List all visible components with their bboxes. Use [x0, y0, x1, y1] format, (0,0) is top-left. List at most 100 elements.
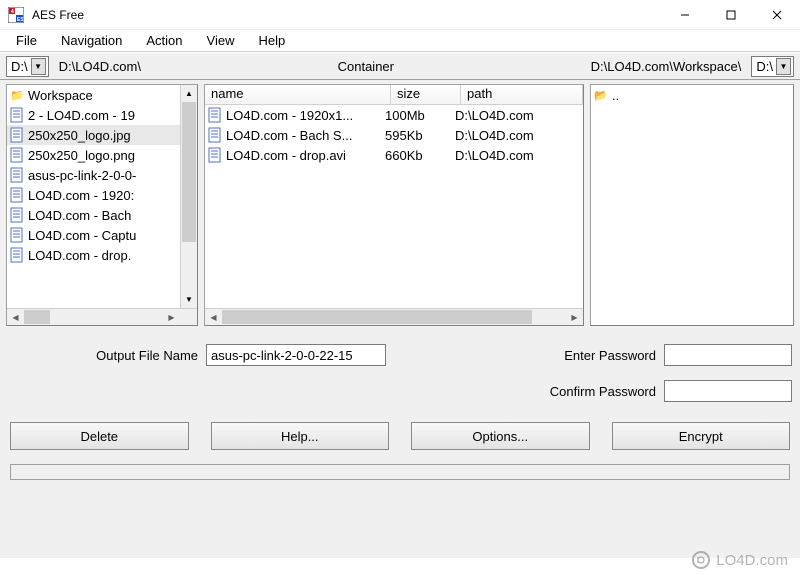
item-name: LO4D.com - drop.	[28, 248, 131, 263]
file-icon	[9, 247, 25, 263]
left-path-label: D:\LO4D.com\	[53, 59, 147, 74]
up-folder-icon: 📂	[593, 87, 609, 103]
file-icon	[9, 147, 25, 163]
table-row[interactable]: LO4D.com - Bach S... 595Kb D:\LO4D.com	[205, 125, 583, 145]
up-label: ..	[612, 88, 619, 103]
form-area: Output File Name Enter Password Confirm …	[0, 328, 800, 558]
pathbar: D:\ ▼ D:\LO4D.com\ Container D:\LO4D.com…	[0, 52, 800, 80]
list-item[interactable]: 2 - LO4D.com - 19	[7, 105, 180, 125]
left-drive-value: D:\	[11, 59, 28, 74]
scroll-right-icon[interactable]: ▶	[566, 309, 583, 326]
svg-text:4: 4	[11, 9, 14, 15]
scroll-thumb[interactable]	[24, 310, 50, 324]
menu-action[interactable]: Action	[134, 31, 194, 50]
minimize-button[interactable]	[662, 0, 708, 30]
scroll-thumb[interactable]	[182, 102, 196, 242]
output-file-label: Output File Name	[8, 348, 206, 363]
scroll-left-icon[interactable]: ◀	[7, 309, 24, 326]
list-item[interactable]: LO4D.com - Captu	[7, 225, 180, 245]
cell-name: LO4D.com - drop.avi	[226, 148, 346, 163]
column-headers: name size path	[205, 85, 583, 105]
list-item[interactable]: LO4D.com - drop.	[7, 245, 180, 265]
enter-password-input[interactable]	[664, 344, 792, 366]
help-button[interactable]: Help...	[211, 422, 390, 450]
app-icon: 4 ES	[8, 7, 24, 23]
encrypt-button[interactable]: Encrypt	[612, 422, 791, 450]
item-name: LO4D.com - Bach	[28, 208, 131, 223]
cell-name: LO4D.com - Bach S...	[226, 128, 352, 143]
cell-path: D:\LO4D.com	[455, 128, 581, 143]
cell-size: 595Kb	[385, 128, 455, 143]
scroll-thumb[interactable]	[222, 310, 532, 324]
item-name: Workspace	[28, 88, 93, 103]
confirm-password-input[interactable]	[664, 380, 792, 402]
scroll-left-icon[interactable]: ◀	[205, 309, 222, 326]
enter-password-label: Enter Password	[564, 348, 664, 363]
right-file-panel[interactable]: 📂 ..	[590, 84, 794, 326]
window-title: AES Free	[32, 8, 84, 22]
scroll-right-icon[interactable]: ▶	[163, 309, 180, 326]
scroll-down-icon[interactable]: ▼	[181, 291, 197, 308]
horizontal-scrollbar[interactable]: ◀ ▶	[205, 308, 583, 325]
list-item[interactable]: asus-pc-link-2-0-0-	[7, 165, 180, 185]
list-item[interactable]: 250x250_logo.jpg	[7, 125, 180, 145]
col-size[interactable]: size	[391, 85, 461, 104]
col-path[interactable]: path	[461, 85, 583, 104]
options-button[interactable]: Options...	[411, 422, 590, 450]
item-name: LO4D.com - Captu	[28, 228, 136, 243]
main-panels: 📁 Workspace 2 - LO4D.com - 19 250x250_lo…	[0, 80, 800, 328]
maximize-button[interactable]	[708, 0, 754, 30]
file-icon	[9, 167, 25, 183]
list-item[interactable]: LO4D.com - 1920:	[7, 185, 180, 205]
cell-path: D:\LO4D.com	[455, 148, 581, 163]
left-file-panel[interactable]: 📁 Workspace 2 - LO4D.com - 19 250x250_lo…	[6, 84, 198, 326]
file-icon	[207, 107, 223, 123]
menu-file[interactable]: File	[4, 31, 49, 50]
cell-name: LO4D.com - 1920x1...	[226, 108, 353, 123]
file-icon	[9, 227, 25, 243]
col-name[interactable]: name	[205, 85, 391, 104]
left-drive-select[interactable]: D:\ ▼	[6, 56, 49, 77]
list-item[interactable]: LO4D.com - Bach	[7, 205, 180, 225]
file-icon	[207, 147, 223, 163]
menubar: File Navigation Action View Help	[0, 30, 800, 52]
right-drive-value: D:\	[756, 59, 773, 74]
container-file-panel[interactable]: name size path LO4D.com - 1920x1... 100M…	[204, 84, 584, 326]
up-dir-item[interactable]: 📂 ..	[591, 85, 793, 105]
delete-button[interactable]: Delete	[10, 422, 189, 450]
list-item[interactable]: 250x250_logo.png	[7, 145, 180, 165]
file-icon	[9, 187, 25, 203]
item-name: LO4D.com - 1920:	[28, 188, 134, 203]
item-name: asus-pc-link-2-0-0-	[28, 168, 136, 183]
menu-help[interactable]: Help	[246, 31, 297, 50]
file-icon	[9, 107, 25, 123]
file-icon	[207, 127, 223, 143]
output-file-input[interactable]	[206, 344, 386, 366]
vertical-scrollbar[interactable]: ▲ ▼	[180, 85, 197, 308]
table-row[interactable]: LO4D.com - drop.avi 660Kb D:\LO4D.com	[205, 145, 583, 165]
dropdown-arrow-icon: ▼	[776, 58, 791, 75]
container-label: Container	[332, 59, 400, 74]
right-drive-select[interactable]: D:\ ▼	[751, 56, 794, 77]
cell-size: 660Kb	[385, 148, 455, 163]
folder-icon: 📁	[9, 87, 25, 103]
confirm-password-label: Confirm Password	[550, 384, 664, 399]
menu-navigation[interactable]: Navigation	[49, 31, 134, 50]
horizontal-scrollbar[interactable]: ◀ ▶	[7, 308, 197, 325]
item-name: 250x250_logo.jpg	[28, 128, 131, 143]
right-path-label: D:\LO4D.com\Workspace\	[585, 59, 748, 74]
item-name: 2 - LO4D.com - 19	[28, 108, 135, 123]
scroll-up-icon[interactable]: ▲	[181, 85, 197, 102]
status-bar	[10, 464, 790, 480]
list-item[interactable]: 📁 Workspace	[7, 85, 180, 105]
svg-text:ES: ES	[17, 17, 24, 23]
item-name: 250x250_logo.png	[28, 148, 135, 163]
dropdown-arrow-icon: ▼	[31, 58, 46, 75]
close-button[interactable]	[754, 0, 800, 30]
file-icon	[9, 207, 25, 223]
menu-view[interactable]: View	[195, 31, 247, 50]
table-row[interactable]: LO4D.com - 1920x1... 100Mb D:\LO4D.com	[205, 105, 583, 125]
cell-size: 100Mb	[385, 108, 455, 123]
button-row: Delete Help... Options... Encrypt	[8, 416, 792, 450]
titlebar: 4 ES AES Free	[0, 0, 800, 30]
